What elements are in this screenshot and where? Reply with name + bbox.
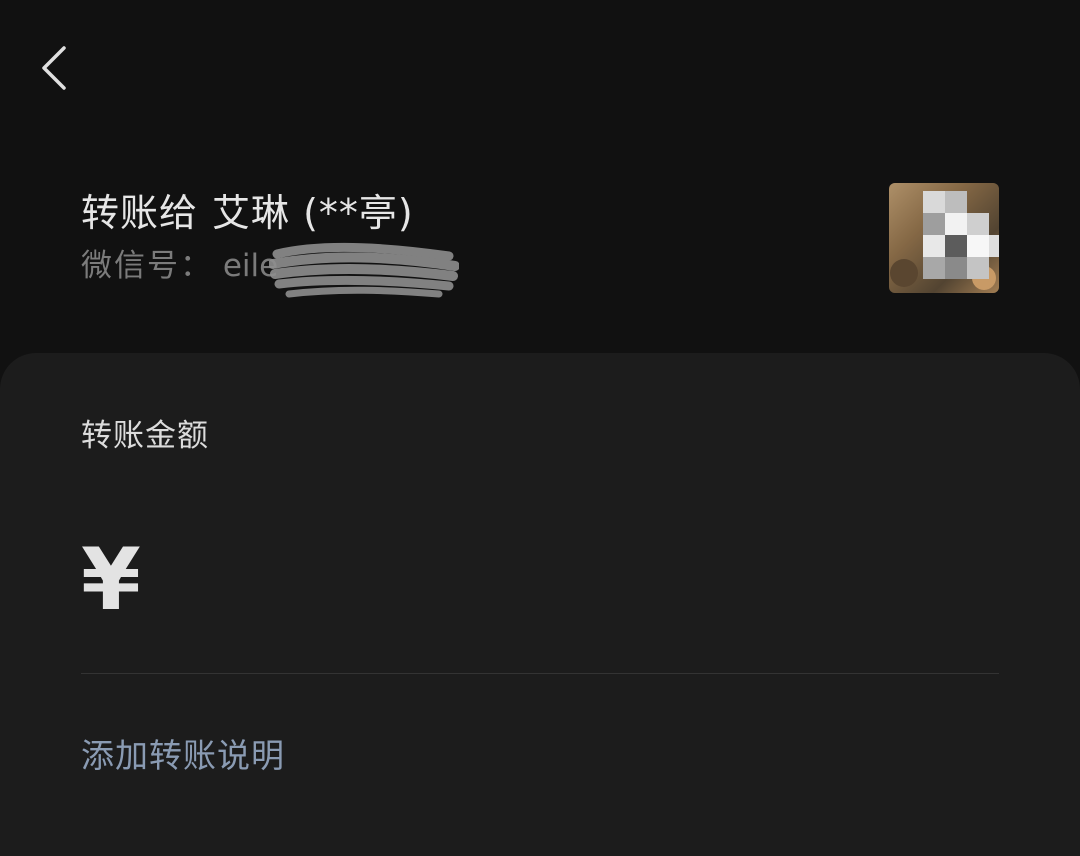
transfer-page: 转账给 艾琳 (**亭) 微信号： eile 转账金额 ¥ 添加转账说明 bbox=[0, 0, 1080, 856]
add-transfer-note-link[interactable]: 添加转账说明 bbox=[81, 733, 285, 779]
recipient-title: 转账给 艾琳 (**亭) bbox=[81, 188, 841, 238]
recipient-info: 转账给 艾琳 (**亭) 微信号： eile bbox=[81, 188, 841, 298]
divider bbox=[81, 673, 999, 674]
transfer-to-prefix: 转账给 bbox=[81, 191, 199, 235]
pixelated-avatar-icon bbox=[889, 183, 999, 293]
wechat-id: 微信号： eile bbox=[81, 242, 841, 298]
currency-symbol: ¥ bbox=[81, 530, 141, 630]
back-button[interactable] bbox=[30, 38, 82, 98]
avatar[interactable] bbox=[889, 183, 999, 293]
redaction-scribble bbox=[269, 242, 459, 298]
amount-row[interactable]: ¥ bbox=[81, 530, 999, 630]
amount-label: 转账金额 bbox=[81, 418, 209, 454]
recipient-name: 艾琳 (**亭) bbox=[212, 191, 414, 235]
amount-input[interactable] bbox=[161, 540, 985, 622]
wechat-id-label: 微信号： bbox=[81, 248, 213, 284]
chevron-left-icon bbox=[42, 46, 66, 90]
